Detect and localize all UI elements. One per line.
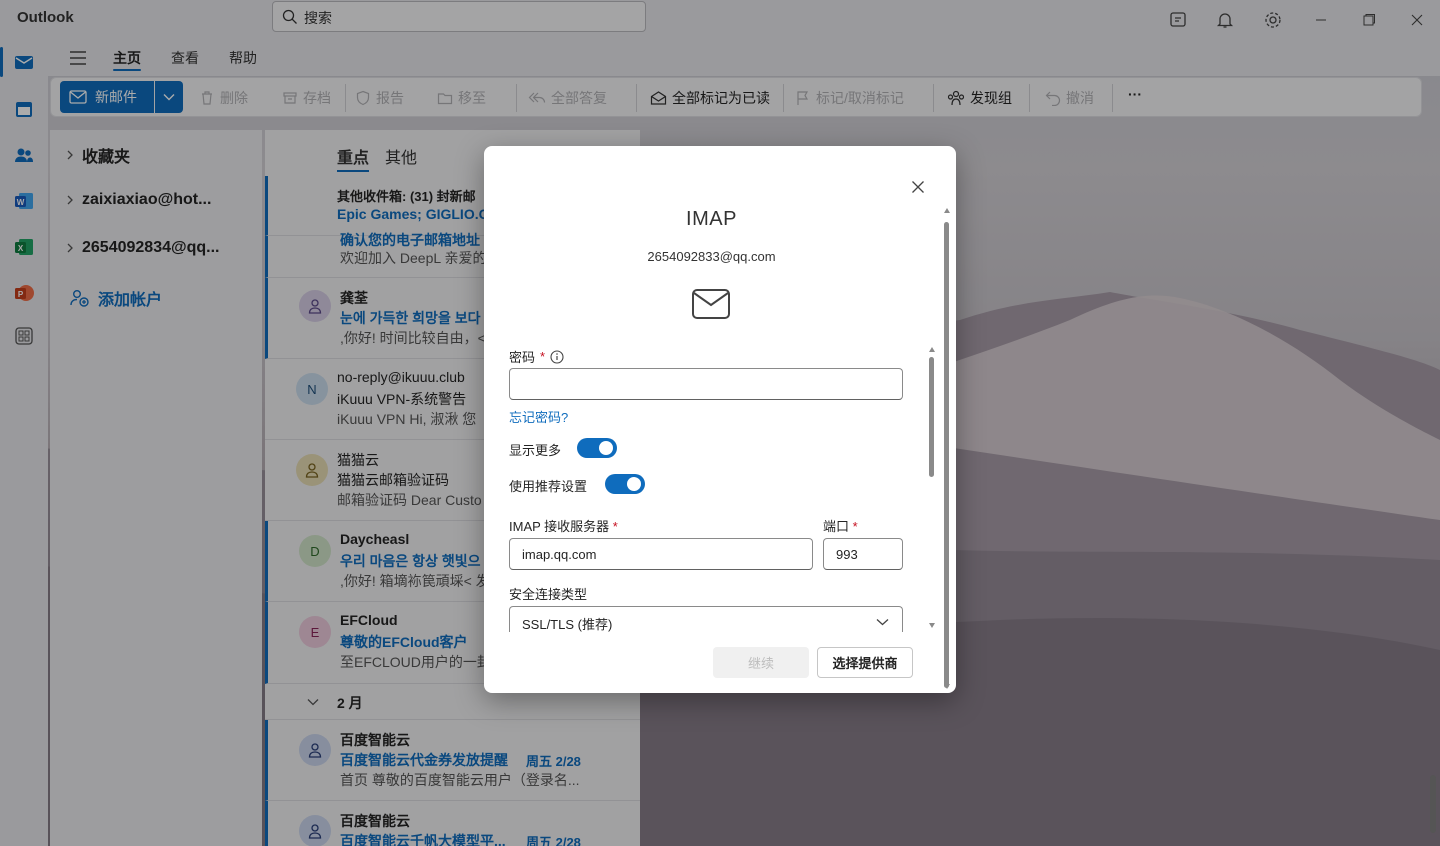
port-label-text: 端口 bbox=[823, 519, 850, 534]
forgot-password-link[interactable]: 忘记密码? bbox=[509, 407, 568, 426]
imap-server-field[interactable]: imap.qq.com bbox=[509, 538, 813, 570]
security-type-select[interactable]: SSL/TLS (推荐) bbox=[509, 606, 903, 632]
use-recommended-toggle[interactable] bbox=[605, 474, 645, 494]
dialog-scroll-down-arrow[interactable] bbox=[944, 684, 950, 689]
imap-server-label: IMAP 接收服务器 * bbox=[509, 516, 618, 535]
show-more-label: 显示更多 bbox=[509, 443, 562, 458]
port-field[interactable]: 993 bbox=[823, 538, 903, 570]
scroll-up-arrow[interactable] bbox=[929, 347, 935, 352]
choose-provider-button[interactable]: 选择提供商 bbox=[817, 647, 913, 678]
required-mark: * bbox=[852, 519, 858, 534]
continue-button[interactable]: 继续 bbox=[713, 647, 809, 678]
close-icon bbox=[912, 181, 924, 193]
required-mark: * bbox=[540, 349, 546, 364]
form-scrollbar-thumb[interactable] bbox=[929, 357, 934, 477]
envelope-icon bbox=[691, 288, 731, 320]
imap-server-label-text: IMAP 接收服务器 bbox=[509, 519, 610, 534]
security-type-value: SSL/TLS (推荐) bbox=[522, 617, 613, 632]
use-recommended-label: 使用推荐设置 bbox=[509, 479, 588, 494]
show-more-toggle[interactable] bbox=[577, 438, 617, 458]
info-icon[interactable] bbox=[550, 349, 564, 364]
dialog-close-button[interactable] bbox=[904, 177, 932, 197]
password-label-text: 密码 bbox=[509, 350, 536, 365]
dialog-title: IMAP bbox=[686, 208, 737, 230]
password-field[interactable] bbox=[509, 368, 903, 400]
security-type-label: 安全连接类型 bbox=[509, 587, 588, 602]
required-mark: * bbox=[612, 519, 618, 534]
dialog-account-email: 2654092833@qq.com bbox=[647, 249, 776, 264]
password-label: 密码 * bbox=[509, 347, 564, 366]
dialog-scrollbar-thumb[interactable] bbox=[944, 222, 949, 688]
scroll-down-arrow[interactable] bbox=[929, 623, 935, 628]
port-label: 端口 * bbox=[823, 516, 858, 535]
window-scrollbar[interactable] bbox=[1430, 775, 1436, 833]
chevron-down-icon bbox=[876, 619, 889, 626]
dialog-scroll-up-arrow[interactable] bbox=[944, 208, 950, 213]
